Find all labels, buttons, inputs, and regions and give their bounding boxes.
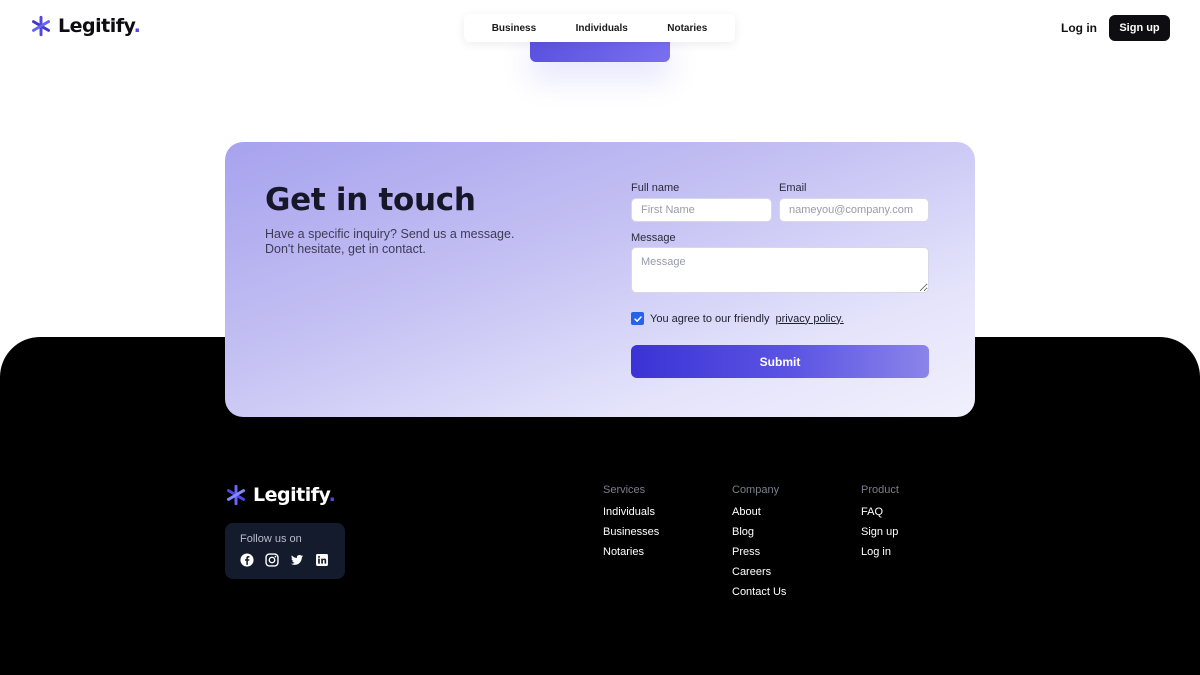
footer-link-about[interactable]: About	[732, 506, 786, 518]
check-icon	[633, 315, 642, 322]
privacy-checkbox[interactable]	[631, 312, 644, 325]
message-label: Message	[631, 232, 676, 244]
footer-brand-logo[interactable]: Legitify.	[225, 484, 336, 506]
footer-col-services: Services Individuals Businesses Notaries	[603, 484, 659, 566]
signup-button[interactable]: Sign up	[1109, 15, 1170, 41]
nav-tab-business[interactable]: Business	[492, 23, 536, 34]
logo-asterisk-icon	[227, 484, 245, 506]
footer-col-company: Company About Blog Press Careers Contact…	[732, 484, 786, 606]
social-follow-box: Follow us on	[225, 523, 345, 579]
footer-col-heading: Company	[732, 484, 780, 496]
submit-button[interactable]: Submit	[631, 345, 929, 378]
footer-link-log-in[interactable]: Log in	[861, 546, 899, 558]
privacy-agree-row: You agree to our friendly privacy policy…	[631, 312, 844, 325]
contact-title: Get in touch	[265, 182, 476, 218]
footer-col-heading: Product	[861, 484, 899, 496]
login-link[interactable]: Log in	[1061, 21, 1097, 35]
footer-logo-text: Legitify.	[253, 484, 336, 506]
linkedin-icon[interactable]	[315, 553, 329, 567]
nav-tab-notaries[interactable]: Notaries	[667, 23, 707, 34]
privacy-agree-text: You agree to our friendly	[650, 312, 770, 325]
social-icons	[240, 553, 329, 567]
email-input[interactable]	[779, 198, 929, 222]
footer-link-press[interactable]: Press	[732, 546, 786, 558]
contact-card: Get in touch Have a specific inquiry? Se…	[225, 142, 975, 417]
footer-link-contact-us[interactable]: Contact Us	[732, 586, 786, 598]
instagram-icon[interactable]	[265, 553, 279, 567]
twitter-icon[interactable]	[290, 553, 304, 567]
footer-link-faq[interactable]: FAQ	[861, 506, 899, 518]
logo-asterisk-icon	[32, 15, 50, 37]
main-nav: Business Individuals Notaries	[464, 14, 735, 42]
logo-text: Legitify.	[58, 15, 141, 37]
nav-tab-individuals[interactable]: Individuals	[576, 23, 628, 34]
contact-subtitle: Have a specific inquiry? Send us a messa…	[265, 227, 515, 256]
full-name-input[interactable]	[631, 198, 772, 222]
brand-logo[interactable]: Legitify.	[30, 15, 141, 37]
footer-link-blog[interactable]: Blog	[732, 526, 786, 538]
footer-link-notaries[interactable]: Notaries	[603, 546, 659, 558]
message-textarea[interactable]	[631, 247, 929, 293]
full-name-label: Full name	[631, 182, 680, 194]
footer-link-sign-up[interactable]: Sign up	[861, 526, 899, 538]
privacy-policy-link[interactable]: privacy policy.	[775, 313, 843, 325]
footer-link-businesses[interactable]: Businesses	[603, 526, 659, 538]
footer-col-product: Product FAQ Sign up Log in	[861, 484, 899, 566]
follow-label: Follow us on	[240, 533, 302, 545]
facebook-icon[interactable]	[240, 553, 254, 567]
footer-link-individuals[interactable]: Individuals	[603, 506, 659, 518]
footer-link-careers[interactable]: Careers	[732, 566, 786, 578]
email-label: Email	[779, 182, 807, 194]
footer-col-heading: Services	[603, 484, 646, 496]
